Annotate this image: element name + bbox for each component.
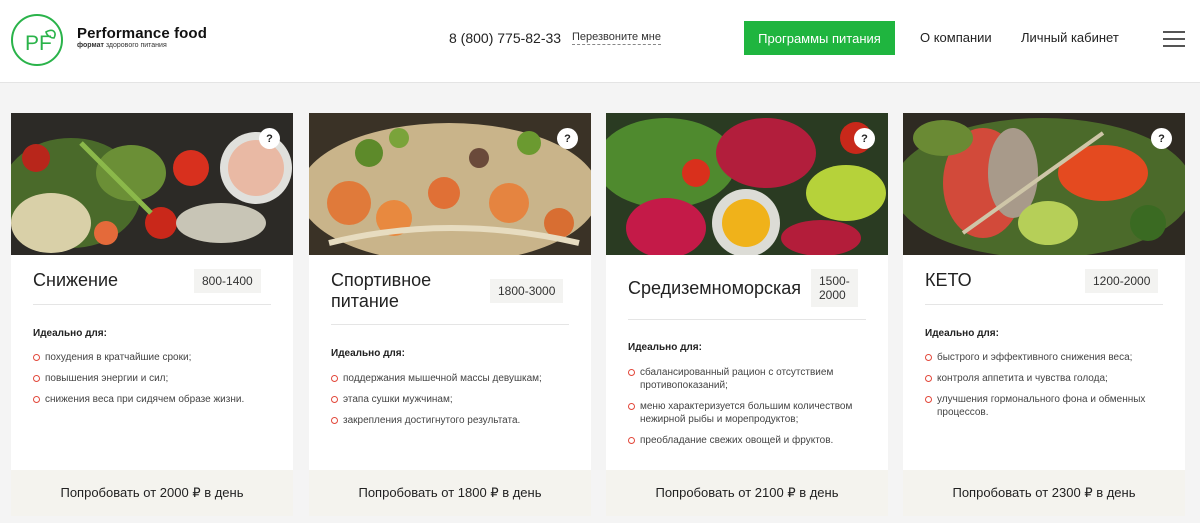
- list-item: контроля аппетита и чувства голода;: [925, 372, 1165, 385]
- food-photo: ?: [309, 113, 591, 255]
- try-button[interactable]: Попробовать от 1800 ₽ в день: [309, 470, 591, 516]
- divider: [925, 304, 1163, 305]
- ideal-for-label: Идеально для:: [33, 328, 107, 339]
- program-card-mediterranean[interactable]: ? Средиземноморская 1500- 2000 Идеально …: [606, 113, 888, 516]
- info-icon[interactable]: ?: [557, 128, 578, 149]
- divider: [628, 319, 866, 320]
- ideal-for-label: Идеально для:: [925, 328, 999, 339]
- program-title: Спортивное питание: [331, 270, 431, 312]
- hamburger-line: [1163, 38, 1185, 40]
- info-icon[interactable]: ?: [854, 128, 875, 149]
- program-title-line: Спортивное: [331, 270, 432, 290]
- hamburger-line: [1163, 31, 1185, 33]
- divider: [33, 304, 271, 305]
- nav-about[interactable]: О компании: [920, 30, 992, 45]
- info-icon[interactable]: ?: [259, 128, 280, 149]
- benefit-list: сбалансированный рацион с отсутствием пр…: [628, 366, 868, 455]
- program-card-snizhenie[interactable]: ? Снижение 800-1400 Идеально для: похуде…: [11, 113, 293, 516]
- calorie-badge: 1200-2000: [1085, 269, 1159, 293]
- try-button[interactable]: Попробовать от 2000 ₽ в день: [11, 470, 293, 516]
- calorie-range: 2000: [819, 288, 846, 302]
- brand-tagline: формат здорового питания: [77, 42, 167, 49]
- program-title-line: Снижение: [33, 270, 119, 290]
- list-item: закрепления достигнутого результата.: [331, 414, 571, 427]
- brand-name: Performance food: [77, 25, 207, 42]
- list-item: быстрого и эффективного снижения веса;: [925, 351, 1165, 364]
- list-item: преобладание свежих овощей и фруктов.: [628, 434, 868, 447]
- calorie-badge: 1800-3000: [490, 279, 564, 303]
- try-button[interactable]: Попробовать от 2300 ₽ в день: [903, 470, 1185, 516]
- calorie-badge: 1500- 2000: [811, 269, 858, 307]
- list-item: повышения энергии и сил;: [33, 372, 273, 385]
- calorie-range: 1800-3000: [498, 284, 556, 298]
- food-photo: ?: [606, 113, 888, 255]
- callback-link[interactable]: Перезвоните мне: [572, 31, 661, 45]
- ideal-for-label: Идеально для:: [628, 342, 702, 353]
- list-item: поддержания мышечной массы девушкам;: [331, 372, 571, 385]
- program-title: Средиземноморская: [628, 278, 801, 299]
- program-card-keto[interactable]: ? КЕТО 1200-2000 Идеально для: быстрого …: [903, 113, 1185, 516]
- logo-icon[interactable]: PF: [11, 14, 63, 66]
- benefit-list: похудения в кратчайшие сроки; повышения …: [33, 351, 273, 414]
- program-card-sport[interactable]: ? Спортивное питание 1800-3000 Идеально …: [309, 113, 591, 516]
- list-item: сбалансированный рацион с отсутствием пр…: [628, 366, 868, 392]
- calorie-range: 1200-2000: [1093, 274, 1151, 288]
- list-item: улучшения гормонального фона и обменных …: [925, 393, 1165, 419]
- hamburger-line: [1163, 45, 1185, 47]
- calorie-range: 800-1400: [202, 274, 253, 288]
- program-title: Снижение: [33, 270, 118, 291]
- brand-tagline-rest: здорового питания: [105, 42, 167, 49]
- benefit-list: поддержания мышечной массы девушкам; эта…: [331, 372, 571, 435]
- hamburger-icon[interactable]: [1163, 31, 1185, 47]
- phone-number[interactable]: 8 (800) 775-82-33: [449, 30, 561, 46]
- program-title: КЕТО: [925, 270, 972, 291]
- list-item: похудения в кратчайшие сроки;: [33, 351, 273, 364]
- program-title-line: питание: [331, 291, 399, 311]
- list-item: этапа сушки мужчинам;: [331, 393, 571, 406]
- program-title-line: КЕТО: [925, 270, 972, 290]
- calorie-badge: 800-1400: [194, 269, 261, 293]
- food-photo: ?: [903, 113, 1185, 255]
- programs-button[interactable]: Программы питания: [744, 21, 895, 55]
- list-item: меню характеризуется большим количеством…: [628, 400, 868, 426]
- try-button[interactable]: Попробовать от 2100 ₽ в день: [606, 470, 888, 516]
- program-title-line: Средиземноморская: [628, 278, 801, 298]
- ideal-for-label: Идеально для:: [331, 348, 405, 359]
- benefit-list: быстрого и эффективного снижения веса; к…: [925, 351, 1165, 427]
- brand-tagline-bold: формат: [77, 42, 104, 49]
- site-header: PF Performance food формат здорового пит…: [0, 0, 1200, 83]
- list-item: снижения веса при сидячем образе жизни.: [33, 393, 273, 406]
- divider: [331, 324, 569, 325]
- calorie-range: 1500-: [819, 274, 850, 288]
- info-icon[interactable]: ?: [1151, 128, 1172, 149]
- nav-account[interactable]: Личный кабинет: [1021, 30, 1119, 45]
- food-photo: ?: [11, 113, 293, 255]
